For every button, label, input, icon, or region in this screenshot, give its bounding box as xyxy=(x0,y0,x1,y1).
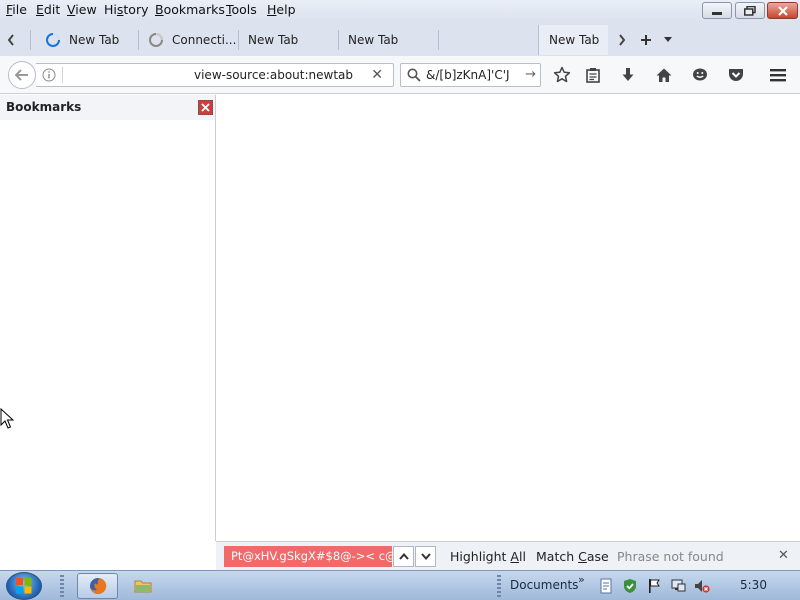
tab-scroll-right-button[interactable] xyxy=(614,30,630,50)
tab-connecting[interactable]: Connecti... xyxy=(138,25,238,55)
close-window-button[interactable] xyxy=(767,2,798,19)
menu-tools[interactable]: Tools xyxy=(226,2,257,17)
action-center-flag-icon[interactable] xyxy=(646,578,662,594)
find-previous-button[interactable] xyxy=(393,546,414,567)
taskbar-explorer-button[interactable] xyxy=(128,573,158,599)
tab-new-tab-3[interactable]: New Tab xyxy=(238,25,338,55)
chevron-up-icon xyxy=(398,553,409,560)
chevron-down-icon xyxy=(420,553,431,560)
tab-label: New Tab xyxy=(348,33,399,47)
url-text: view-source:about:newtab xyxy=(194,68,353,82)
sidebar-title: Bookmarks xyxy=(6,100,82,114)
tab-label: Connecti... xyxy=(172,33,237,47)
taskbar-grip xyxy=(60,575,64,597)
close-icon xyxy=(777,5,788,16)
url-bar[interactable]: view-source:about:newtab ✕ xyxy=(36,63,394,87)
tab-label: New Tab xyxy=(69,33,120,47)
new-tab-button[interactable] xyxy=(636,30,656,50)
plus-icon xyxy=(641,35,651,45)
taskbar-grip xyxy=(497,575,501,597)
network-icon[interactable] xyxy=(670,578,686,594)
navigation-toolbar: view-source:about:newtab ✕ &/[b]zKnA]'C'… xyxy=(0,56,800,94)
tab-separator xyxy=(438,30,439,50)
download-arrow-icon xyxy=(622,68,634,81)
clock[interactable]: 5:30 xyxy=(740,578,767,592)
find-next-button[interactable] xyxy=(415,546,436,567)
tab-label: New Tab xyxy=(549,33,600,47)
search-go-arrow-icon[interactable]: → xyxy=(525,67,536,82)
search-bar[interactable]: &/[b]zKnA]'C'J → xyxy=(400,63,541,87)
back-button[interactable] xyxy=(8,61,36,89)
search-icon xyxy=(407,68,421,82)
tab-scroll-left-button[interactable] xyxy=(2,30,20,50)
windows-logo-icon xyxy=(16,578,32,594)
highlight-all-toggle[interactable]: Highlight All xyxy=(450,549,526,564)
find-close-button[interactable]: ✕ xyxy=(778,548,789,563)
chat-bubble-icon xyxy=(693,68,707,81)
url-divider xyxy=(62,67,63,83)
pocket-button[interactable] xyxy=(726,65,746,85)
folder-icon xyxy=(134,580,152,593)
close-icon xyxy=(201,103,210,112)
connecting-icon xyxy=(149,33,163,47)
chevron-left-icon xyxy=(7,34,14,46)
hamburger-menu-icon xyxy=(770,69,786,82)
menu-bookmarks[interactable]: Bookmarks xyxy=(155,2,225,17)
page-content[interactable] xyxy=(216,95,800,541)
home-icon xyxy=(656,68,672,82)
menu-help[interactable]: Help xyxy=(267,2,296,17)
windows-taskbar: Documents » 5:30 xyxy=(0,570,800,600)
toolbar-overflow-chevron-icon[interactable]: » xyxy=(578,573,585,586)
restore-icon xyxy=(744,5,756,16)
back-arrow-icon xyxy=(15,69,28,81)
tab-label: New Tab xyxy=(248,33,299,47)
menu-file[interactable]: File xyxy=(6,2,27,17)
start-button[interactable] xyxy=(6,572,42,600)
chevron-down-icon xyxy=(664,37,672,42)
find-bar: Pt@xHV.gSkgX#$8@->< c@b Highlight All Ma… xyxy=(216,541,800,570)
info-icon[interactable] xyxy=(42,68,56,82)
restore-button[interactable] xyxy=(735,2,765,19)
menu-view[interactable]: View xyxy=(67,2,97,17)
url-clear-button[interactable]: ✕ xyxy=(371,67,383,83)
loading-spinner-icon xyxy=(46,33,60,47)
tab-separator xyxy=(30,30,31,50)
clipboard-icon xyxy=(586,68,600,83)
security-shield-icon[interactable] xyxy=(622,578,638,594)
mouse-cursor-icon xyxy=(0,408,14,429)
bookmarks-sidebar: Bookmarks xyxy=(0,95,216,541)
find-status: Phrase not found xyxy=(617,549,724,564)
documents-toolbar-label[interactable]: Documents xyxy=(510,578,578,592)
hello-button[interactable] xyxy=(690,65,710,85)
taskbar-firefox-button[interactable] xyxy=(77,573,118,599)
list-all-tabs-button[interactable] xyxy=(660,30,676,50)
tab-new-tab-1[interactable]: New Tab xyxy=(35,25,138,55)
tab-bar: New Tab Connecti... New Tab New Tab New … xyxy=(0,20,800,56)
pocket-icon xyxy=(729,69,743,81)
chevron-right-icon xyxy=(619,34,626,46)
tab-new-tab-4[interactable]: New Tab xyxy=(338,25,438,55)
downloads-button[interactable] xyxy=(618,65,638,85)
menu-bar: File Edit View History Bookmarks Tools H… xyxy=(0,0,800,20)
volume-muted-icon[interactable] xyxy=(694,578,710,594)
menu-history[interactable]: History xyxy=(104,2,148,17)
sidebar-header: Bookmarks xyxy=(0,95,215,120)
find-input[interactable]: Pt@xHV.gSkgX#$8@->< c@b xyxy=(224,546,392,567)
sidebar-close-button[interactable] xyxy=(198,100,213,115)
document-icon[interactable] xyxy=(598,578,614,594)
menu-edit[interactable]: Edit xyxy=(36,2,60,17)
match-case-toggle[interactable]: Match Case xyxy=(536,549,609,564)
tab-new-tab-5[interactable]: New Tab xyxy=(538,25,608,55)
reading-list-button[interactable] xyxy=(583,65,603,85)
minimize-button[interactable] xyxy=(702,2,732,19)
firefox-icon xyxy=(89,577,106,594)
open-menu-button[interactable] xyxy=(768,65,788,85)
star-icon xyxy=(553,66,571,83)
home-button[interactable] xyxy=(654,65,674,85)
bookmark-star-button[interactable] xyxy=(552,65,572,85)
search-text: &/[b]zKnA]'C'J xyxy=(426,68,510,82)
minimize-icon xyxy=(712,12,722,15)
